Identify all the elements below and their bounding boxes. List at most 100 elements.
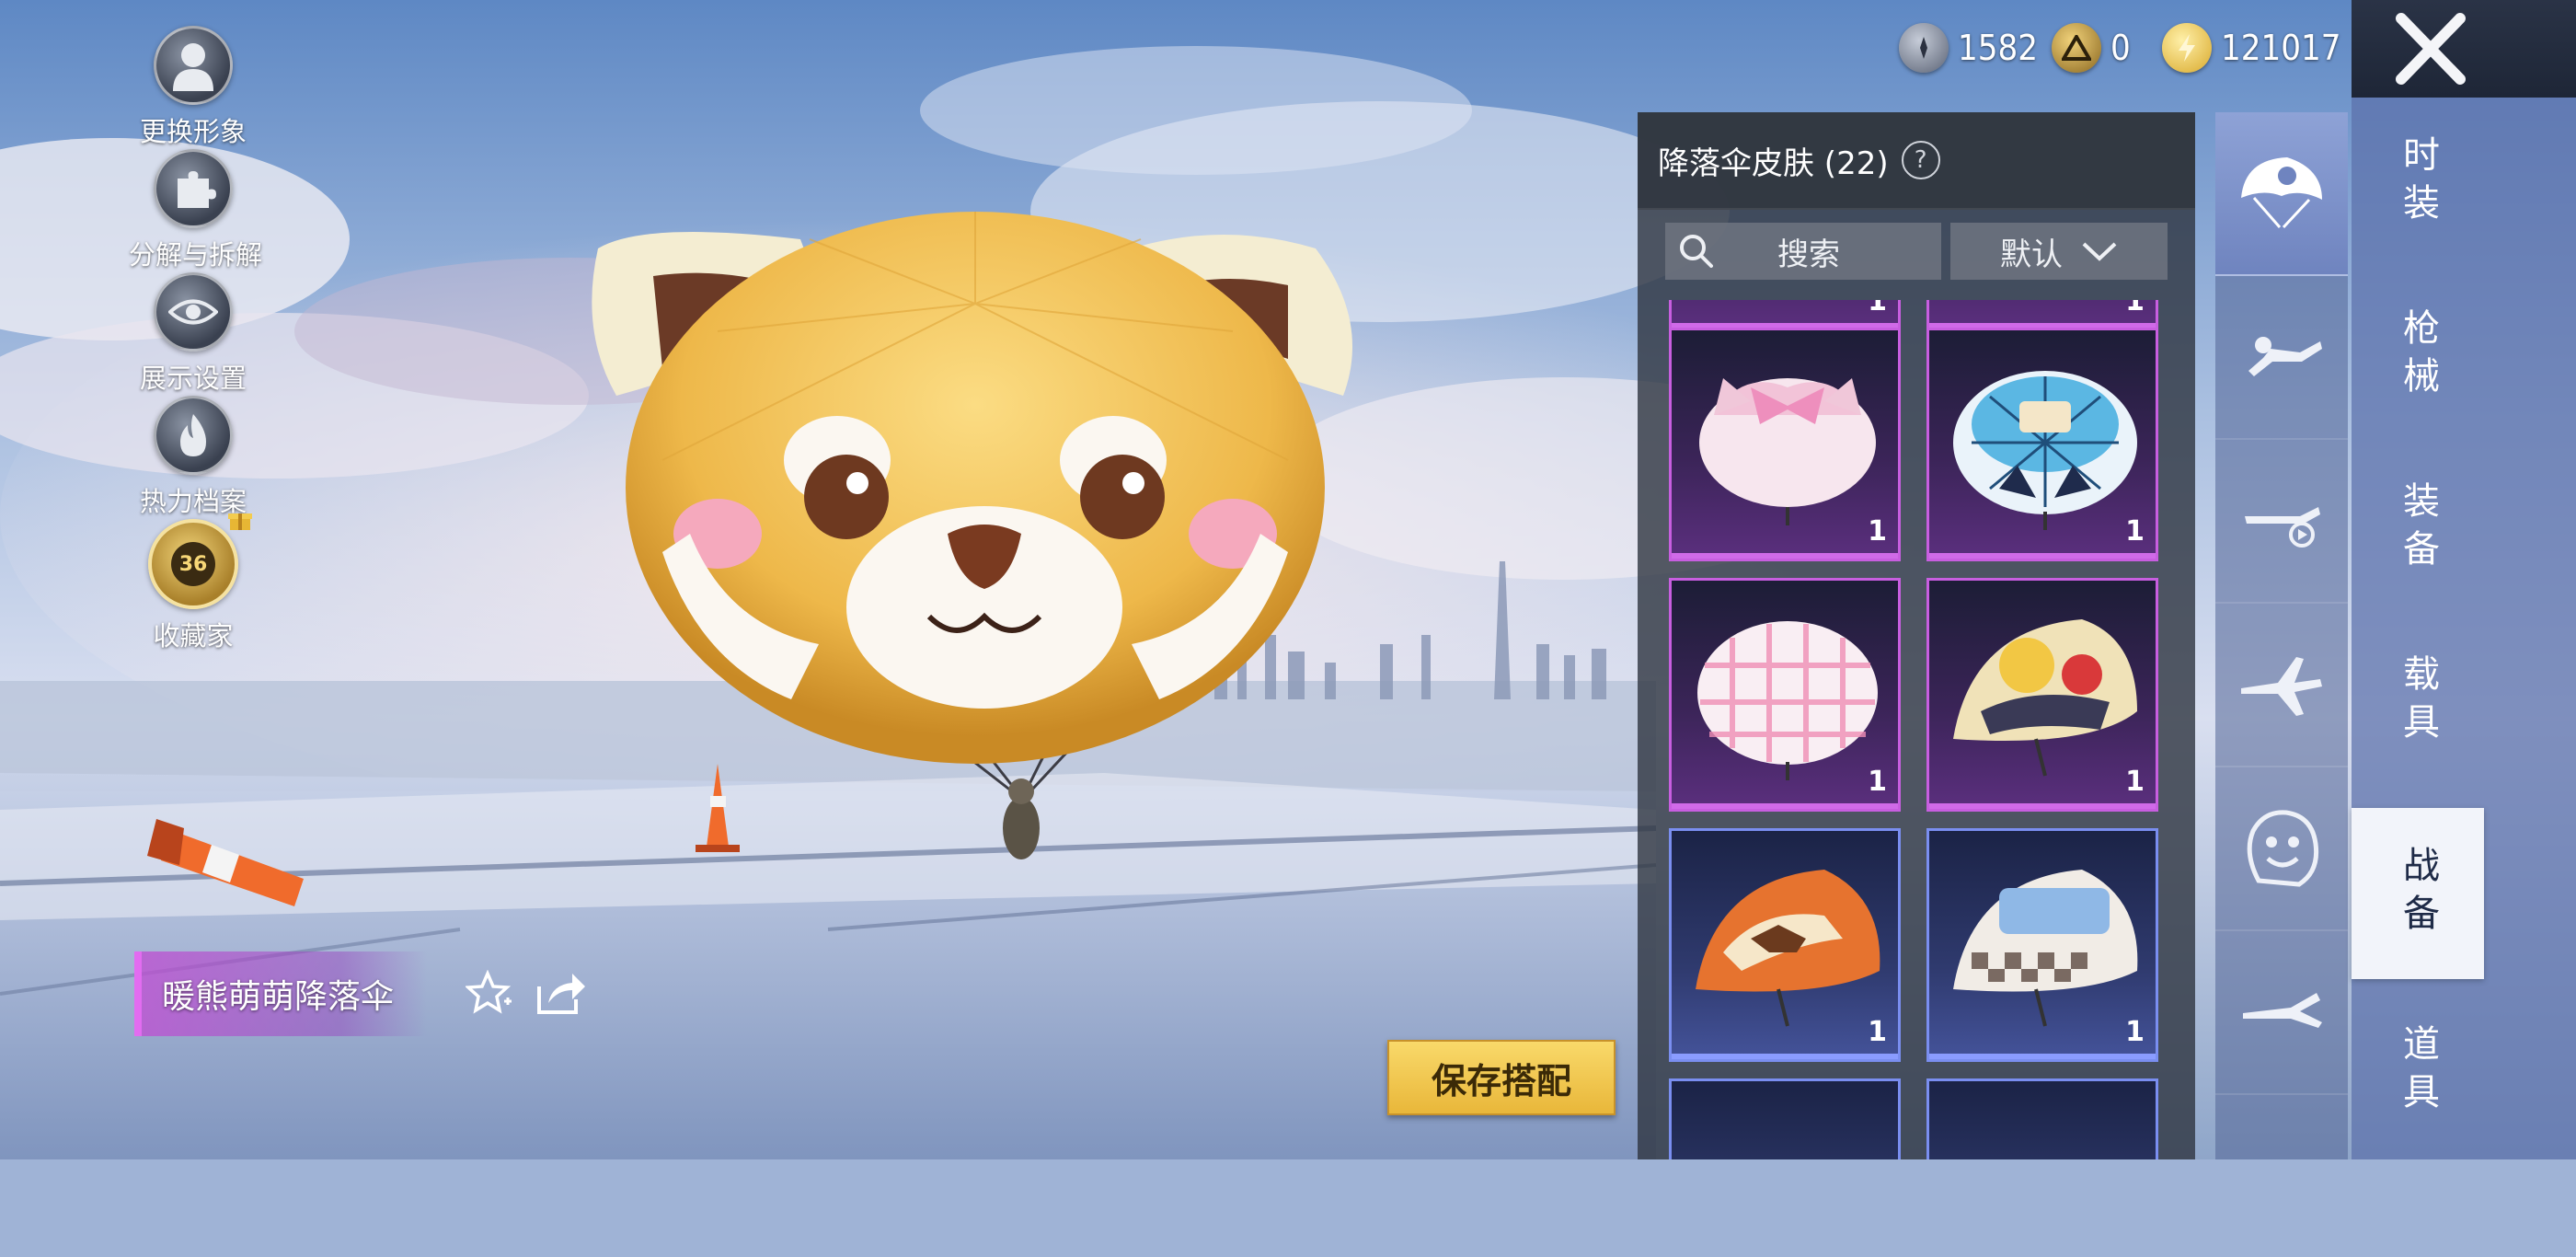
sort-label: 默认: [2000, 236, 2063, 273]
main-category-column: 时装 枪械 装备 载具 战备 道具: [2352, 98, 2576, 1159]
tab-parachute[interactable]: [2215, 112, 2348, 276]
airplane-icon: [2241, 657, 2322, 716]
item-count: 1: [1868, 515, 1887, 548]
gift-icon: [228, 513, 252, 530]
subcategory-column: [2215, 112, 2348, 1159]
collector-level: 36: [171, 542, 215, 586]
silver-coin-icon: [1899, 23, 1949, 73]
tab-emote[interactable]: [2215, 767, 2348, 931]
tab-combat-prep[interactable]: 战备: [2352, 808, 2484, 979]
save-outfit-label: 保存搭配: [1431, 1060, 1571, 1101]
checker-553-parachute-icon: [1953, 870, 2138, 1027]
item-card[interactable]: 1: [1926, 828, 2158, 1062]
tab-combat-prep-label: 战备: [2397, 846, 2439, 941]
rarity-bar: [1672, 1054, 1898, 1059]
glider-icon: [2243, 993, 2322, 1028]
eye-icon: [154, 272, 233, 352]
item-card[interactable]: 1: [1669, 828, 1901, 1062]
search-input[interactable]: 搜索: [1665, 223, 1941, 280]
change-avatar-button[interactable]: 更换形象: [129, 26, 258, 149]
tab-skydiver[interactable]: [2215, 276, 2348, 440]
tab-vehicles[interactable]: 载具: [2352, 617, 2484, 788]
item-card[interactable]: 1: [1669, 578, 1901, 812]
rarity-bar: [1929, 1054, 2156, 1059]
dismantle-button[interactable]: 分解与拆解: [129, 149, 263, 272]
sort-dropdown[interactable]: 默认: [1950, 223, 2168, 280]
tab-weapons-label: 枪械: [2397, 308, 2439, 404]
tab-props-label: 道具: [2397, 1024, 2439, 1120]
skydiver-icon: [2248, 337, 2322, 376]
collector-button[interactable]: 36 收藏家: [129, 519, 258, 653]
pink-plaid-parachute-icon: [1697, 621, 1878, 780]
share-icon[interactable]: [535, 970, 587, 1016]
heat-archive-button[interactable]: 热力档案: [129, 396, 258, 519]
change-avatar-label: 更换形象: [139, 116, 247, 147]
rarity-bar: [1672, 803, 1898, 809]
item-count: 1: [2125, 766, 2145, 798]
item-grid[interactable]: 1 1 1 1 1 1 1 1: [1638, 300, 2195, 1159]
item-name-banner: 暖熊萌萌降落伞: [134, 951, 427, 1036]
item-card[interactable]: 1: [1926, 328, 2158, 561]
help-icon[interactable]: ?: [1901, 141, 1940, 179]
item-count: 1: [1868, 300, 1887, 317]
rarity-bar: [1929, 803, 2156, 809]
save-outfit-button[interactable]: 保存搭配: [1387, 1040, 1616, 1115]
search-icon: [1680, 235, 1713, 268]
close-icon: [2396, 13, 2466, 85]
tab-vehicles-label: 载具: [2397, 654, 2439, 750]
puzzle-icon: [154, 149, 233, 228]
panel-header: 降落伞皮肤 (22) ?: [1638, 112, 2195, 210]
item-card-partial[interactable]: 1: [1926, 300, 2158, 331]
comic-parachute-icon: [1953, 619, 2137, 777]
bp-amount: 121017: [2221, 28, 2341, 68]
tab-props[interactable]: 道具: [2352, 986, 2484, 1158]
display-settings-label: 展示设置: [139, 363, 247, 394]
item-count: 1: [2125, 1016, 2145, 1048]
dismantle-label: 分解与拆解: [129, 239, 263, 271]
tab-airplane[interactable]: [2215, 604, 2348, 767]
rarity-bar: [1672, 553, 1898, 559]
item-count: 1: [2125, 300, 2145, 317]
parachute-icon: [2241, 157, 2322, 229]
item-count: 1: [1868, 1016, 1887, 1048]
search-placeholder: 搜索: [1777, 236, 1840, 273]
rarity-bar: [1929, 553, 2156, 559]
item-name: 暖熊萌萌降落伞: [162, 978, 395, 1016]
item-count: 1: [2125, 515, 2145, 548]
chevron-down-icon: [2082, 242, 2117, 261]
pink-bow-parachute-icon: [1699, 378, 1876, 525]
item-card[interactable]: 1: [1669, 328, 1901, 561]
close-button[interactable]: [2352, 0, 2576, 98]
item-card-partial[interactable]: [1669, 1078, 1901, 1159]
panel-title: 降落伞皮肤 (22): [1658, 144, 1889, 182]
currency-bp[interactable]: 121017: [2162, 20, 2340, 75]
favorite-star-icon[interactable]: [466, 970, 513, 1016]
face-icon: [2247, 810, 2319, 887]
parachute-skin-panel: 降落伞皮肤 (22) ? 搜索 默认 1 1 1 1 1 1 1 1: [1638, 112, 2195, 1159]
blue-bear-parachute-icon: [1953, 371, 2137, 530]
achievement-coin-icon: [2052, 23, 2101, 73]
bp-coin-icon: [2162, 23, 2212, 73]
achievement-amount: 0: [2110, 28, 2131, 68]
horse-parachute-icon: [1696, 870, 1880, 1027]
tab-glider[interactable]: [2215, 931, 2348, 1095]
tab-plane-trail[interactable]: [2215, 440, 2348, 604]
currency-achievement[interactable]: 0: [2052, 20, 2131, 75]
display-settings-button[interactable]: 展示设置: [129, 272, 258, 396]
item-card-partial[interactable]: 1: [1669, 300, 1901, 331]
silver-amount: 1582: [1958, 28, 2038, 68]
tab-weapons[interactable]: 枪械: [2352, 271, 2484, 442]
item-card-partial[interactable]: [1926, 1078, 2158, 1159]
tab-more[interactable]: [2215, 1095, 2348, 1257]
plane-trail-icon: [2245, 507, 2320, 548]
currency-silver[interactable]: 1582: [1899, 20, 2038, 75]
tab-outfit[interactable]: 时装: [2352, 98, 2484, 269]
red-panda-parachute-model[interactable]: [580, 184, 1371, 883]
item-card[interactable]: 1: [1926, 578, 2158, 812]
tab-equipment[interactable]: 装备: [2352, 444, 2484, 615]
item-count: 1: [1868, 766, 1887, 798]
tab-outfit-label: 时装: [2397, 135, 2439, 231]
avatar-icon: [154, 26, 233, 105]
tab-equipment-label: 装备: [2397, 481, 2439, 577]
flame-icon: [154, 396, 233, 475]
